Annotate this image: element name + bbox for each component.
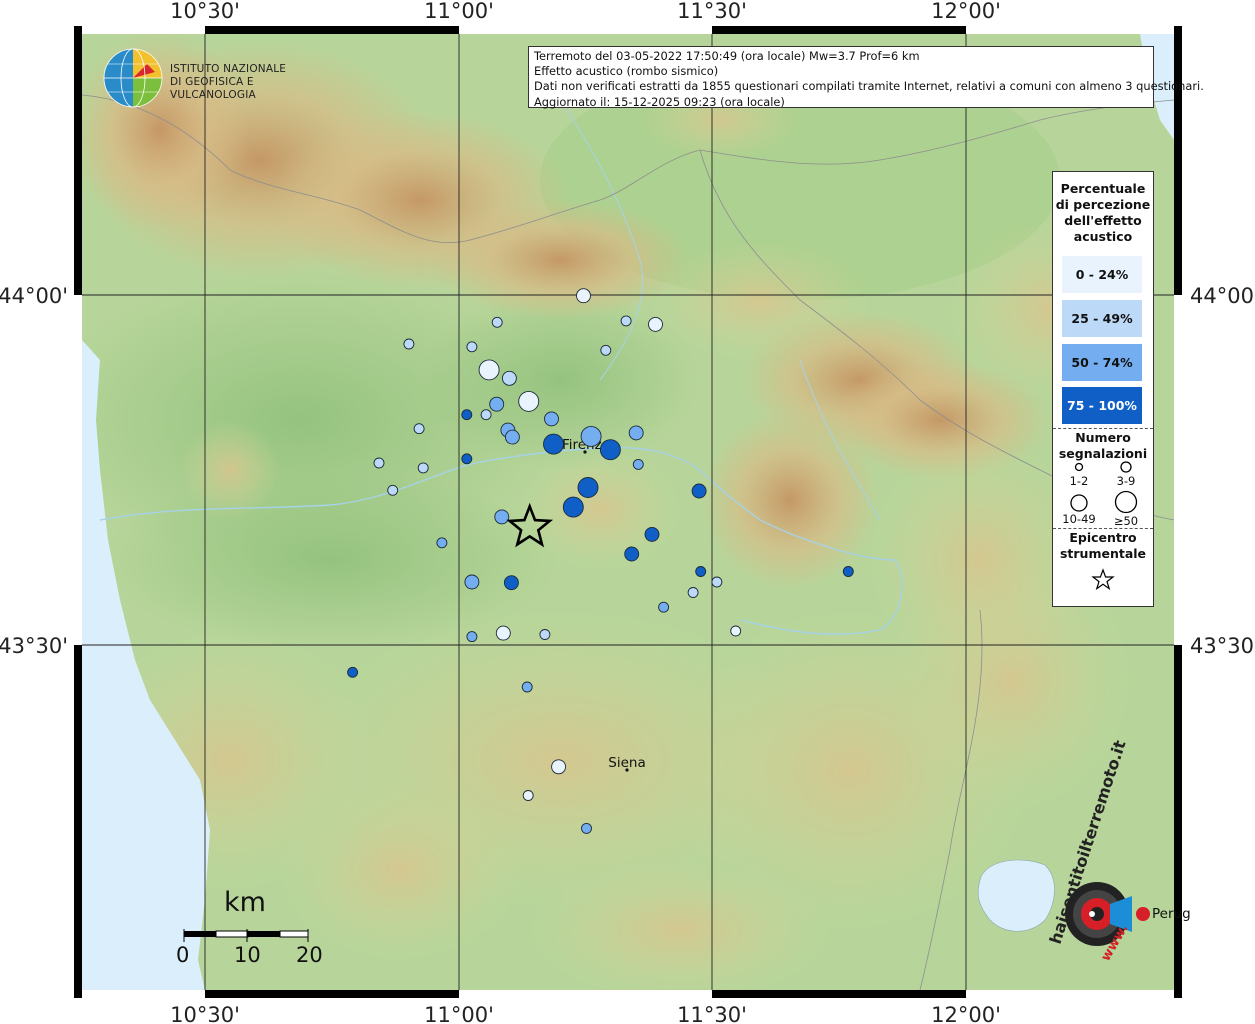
observation-point <box>539 629 551 640</box>
observation-point <box>691 483 707 499</box>
legend-title: Percentuale di percezione dell'effetto a… <box>1055 181 1151 244</box>
scale-tick-20: 20 <box>296 943 323 967</box>
observation-point <box>620 315 632 327</box>
observation-point <box>466 341 478 353</box>
observation-point <box>461 409 473 421</box>
observation-point <box>464 574 480 590</box>
observation-point <box>480 409 492 421</box>
top-label-3: 11°30' <box>677 0 747 23</box>
bottom-label-3: 11°30' <box>677 1003 747 1024</box>
observation-point <box>544 411 559 427</box>
left-label-1: 44°00' <box>0 284 68 308</box>
observation-point <box>580 425 602 447</box>
city-label-perugia: Perug <box>1152 906 1191 922</box>
top-label-4: 12°00' <box>931 0 1001 23</box>
observation-point <box>632 458 644 470</box>
observation-point <box>648 316 663 332</box>
bottom-label-2: 11°00' <box>424 1003 494 1024</box>
observation-point <box>466 631 478 643</box>
star-icon <box>1091 568 1115 590</box>
legend-count-label: 1-2 <box>1069 474 1089 488</box>
legend-count-label: ≥50 <box>1113 514 1139 528</box>
event-info-line4: Aggiornato il: 15-12-2025 09:23 (ora loc… <box>534 94 785 109</box>
observation-point <box>577 477 599 498</box>
legend-count-label: 10-49 <box>1062 512 1096 526</box>
legend-class-label: 25 - 49% <box>1071 311 1133 326</box>
observation-point <box>436 537 448 549</box>
legend-count-label: 3-9 <box>1116 474 1136 488</box>
observation-point <box>644 526 660 542</box>
observation-point <box>501 370 517 386</box>
legend-class-label: 75 - 100% <box>1067 398 1137 413</box>
observation-point <box>491 316 503 328</box>
observation-point <box>711 576 723 588</box>
scale-tick-10: 10 <box>234 943 261 967</box>
legend-class-label: 0 - 24% <box>1075 267 1129 282</box>
legend-size-symbols <box>1070 461 1138 514</box>
legend: Percentuale di percezione dell'effetto a… <box>1052 171 1154 607</box>
observation-point <box>600 344 612 356</box>
observation-point <box>373 457 385 469</box>
observation-point <box>478 359 500 381</box>
top-label-2: 11°00' <box>424 0 494 23</box>
observation-point <box>494 509 510 525</box>
observation-point <box>842 566 854 577</box>
observation-point <box>576 288 591 304</box>
globe-icon <box>103 48 163 108</box>
observation-point <box>687 587 699 598</box>
event-info-box: Terremoto del 03-05-2022 17:50:49 (ora l… <box>528 46 1204 109</box>
observation-point <box>503 575 519 591</box>
observation-point <box>599 439 621 461</box>
event-info-line3: Dati non verificati estratti da 1855 que… <box>534 79 1204 94</box>
observation-point <box>417 462 429 474</box>
observation-point <box>504 429 520 445</box>
observation-point <box>658 601 670 613</box>
observation-point <box>522 790 534 801</box>
observation-point <box>581 822 592 834</box>
right-label-1: 44°00' <box>1190 284 1255 308</box>
ingv-logo: ISTITUTO NAZIONALE DI GEOFISICA E VULCAN… <box>102 47 312 109</box>
observation-point <box>347 666 359 678</box>
observation-point <box>403 338 415 350</box>
observation-point <box>489 396 505 412</box>
scale-unit: km <box>224 887 266 918</box>
observation-point <box>518 390 540 412</box>
ingv-name-line2: DI GEOFISICA E VULCANOLOGIA <box>170 76 256 101</box>
observation-point <box>551 759 567 775</box>
legend-class-0: 0 - 24% <box>1062 256 1142 293</box>
observation-point <box>543 433 564 455</box>
legend-divider <box>1053 428 1153 429</box>
city-label-siena: Siena <box>608 755 645 771</box>
legend-class-2: 50 - 74% <box>1062 344 1142 381</box>
top-label-1: 10°30' <box>170 0 240 23</box>
observation-point <box>387 484 399 496</box>
observation-point <box>695 566 707 577</box>
observation-point <box>730 625 742 637</box>
observation-point <box>624 546 640 562</box>
observation-point <box>461 453 473 465</box>
legend-class-1: 25 - 49% <box>1062 300 1142 337</box>
event-info-line2: Effetto acustico (rombo sismico) <box>534 64 719 79</box>
legend-class-label: 50 - 74% <box>1071 355 1133 370</box>
observation-point <box>413 423 425 435</box>
observation-point <box>495 625 511 641</box>
observation-point <box>628 425 644 441</box>
bottom-label-1: 10°30' <box>170 1003 240 1024</box>
legend-class-3: 75 - 100% <box>1062 387 1142 424</box>
event-info-line1: Terremoto del 03-05-2022 17:50:49 (ora l… <box>534 49 920 63</box>
observation-point <box>521 681 533 693</box>
scale-tick-0: 0 <box>176 943 190 967</box>
observation-point <box>562 496 584 518</box>
ingv-name-line1: ISTITUTO NAZIONALE <box>170 63 287 75</box>
legend-epicenter-title: Epicentro strumentale <box>1059 530 1147 561</box>
terrain <box>82 34 1174 990</box>
left-label-2: 43°30' <box>0 634 68 658</box>
bottom-label-4: 12°00' <box>931 1003 1001 1024</box>
legend-divider <box>1053 528 1153 529</box>
right-label-2: 43°30' <box>1190 634 1255 658</box>
